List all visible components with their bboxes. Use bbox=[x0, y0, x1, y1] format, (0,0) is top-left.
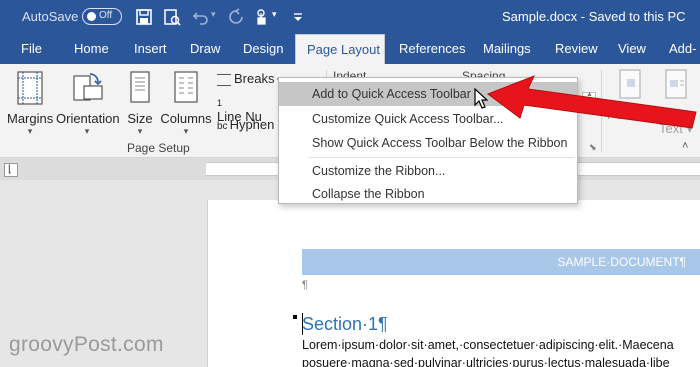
undo-dropdown-icon[interactable]: ▾ bbox=[211, 9, 216, 20]
breaks-label: Breaks bbox=[234, 71, 275, 86]
tab-insert[interactable]: Insert bbox=[123, 34, 178, 64]
tab-mailings[interactable]: Mailings bbox=[472, 34, 542, 64]
hyphenation-button[interactable]: bc Hyphen bbox=[217, 117, 274, 132]
print-preview-icon[interactable] bbox=[162, 7, 182, 27]
menu-separator bbox=[309, 157, 575, 158]
size-dropdown-icon: ▾ bbox=[137, 126, 143, 136]
paragraph-dialog-launcher-icon[interactable]: ⬊ bbox=[589, 142, 597, 153]
columns-icon bbox=[174, 71, 198, 103]
tab-stop-left-icon: ⌊ bbox=[8, 164, 12, 175]
undo-icon[interactable] bbox=[191, 7, 211, 27]
paragraph-style-marker bbox=[293, 315, 297, 319]
hyphenation-icon: bc bbox=[217, 121, 228, 132]
orientation-dropdown-icon: ▾ bbox=[84, 126, 90, 136]
size-icon bbox=[130, 71, 150, 103]
columns-dropdown-icon: ▾ bbox=[183, 126, 189, 136]
tab-add-ins[interactable]: Add- bbox=[658, 34, 700, 64]
tab-file[interactable]: File bbox=[10, 34, 53, 64]
tab-selector[interactable]: ⌊ bbox=[4, 163, 18, 177]
tab-view[interactable]: View bbox=[607, 34, 657, 64]
autosave-toggle[interactable]: Off bbox=[82, 8, 122, 25]
size-button[interactable]: Size ▾ bbox=[124, 70, 156, 137]
columns-label: Columns bbox=[160, 111, 212, 126]
paragraph-mark: ¶ bbox=[302, 279, 308, 291]
margins-label: Margins bbox=[7, 111, 54, 126]
autosave-label: AutoSave bbox=[22, 9, 79, 24]
menu-item-collapse-ribbon[interactable]: Collapse the Ribbon bbox=[279, 182, 577, 206]
section-heading: Section·1¶ bbox=[302, 314, 388, 334]
margins-dropdown-icon: ▾ bbox=[27, 126, 33, 136]
breaks-icon bbox=[217, 73, 231, 86]
body-line-2: posuere·magna·sed·pulvinar·ultricies·pur… bbox=[302, 356, 670, 367]
save-icon[interactable] bbox=[134, 7, 154, 27]
breaks-button[interactable]: Breaks ▾ bbox=[217, 71, 282, 86]
orientation-label: Orientation bbox=[56, 111, 120, 126]
orientation-button[interactable]: Orientation ▾ bbox=[56, 70, 120, 137]
document-banner: SAMPLE·DOCUMENT¶ bbox=[302, 249, 700, 275]
tab-page-layout[interactable]: Page Layout bbox=[295, 34, 385, 64]
body-line-1: Lorem·ipsum·dolor·sit·amet,·consectetuer… bbox=[302, 338, 674, 352]
touch-dropdown-icon[interactable]: ▾ bbox=[272, 9, 277, 20]
touch-mode-icon[interactable] bbox=[252, 7, 272, 27]
autosave-state: Off bbox=[99, 10, 113, 21]
menu-item-customize-ribbon[interactable]: Customize the Ribbon... bbox=[279, 159, 577, 183]
watermark: groovyPost.com bbox=[9, 333, 164, 356]
tab-references[interactable]: References bbox=[388, 34, 476, 64]
title-bar: AutoSave Off ▾ ▾ Sample.docx - Saved to … bbox=[0, 0, 700, 34]
margins-button[interactable]: Margins ▾ bbox=[7, 70, 53, 137]
customize-qat-icon[interactable] bbox=[288, 7, 308, 27]
tab-draw[interactable]: Draw bbox=[179, 34, 231, 64]
size-label: Size bbox=[127, 111, 153, 126]
line-numbers-icon: 1 bbox=[217, 98, 223, 108]
tab-design[interactable]: Design bbox=[232, 34, 294, 64]
hyphenation-label: Hyphen bbox=[229, 117, 275, 132]
ribbon-tabs: File Home Insert Draw Design Page Layout… bbox=[0, 34, 700, 64]
page-setup-group-label: Page Setup bbox=[127, 141, 190, 155]
document-title: Sample.docx - Saved to this PC bbox=[502, 9, 686, 24]
tab-review[interactable]: Review bbox=[544, 34, 609, 64]
columns-button[interactable]: Columns ▾ bbox=[160, 70, 212, 137]
annotation-arrow-icon bbox=[486, 75, 697, 129]
redo-icon[interactable] bbox=[226, 7, 246, 27]
toggle-knob bbox=[87, 12, 96, 21]
orientation-icon bbox=[73, 73, 103, 101]
margins-icon bbox=[17, 71, 43, 105]
tab-home[interactable]: Home bbox=[63, 34, 120, 64]
